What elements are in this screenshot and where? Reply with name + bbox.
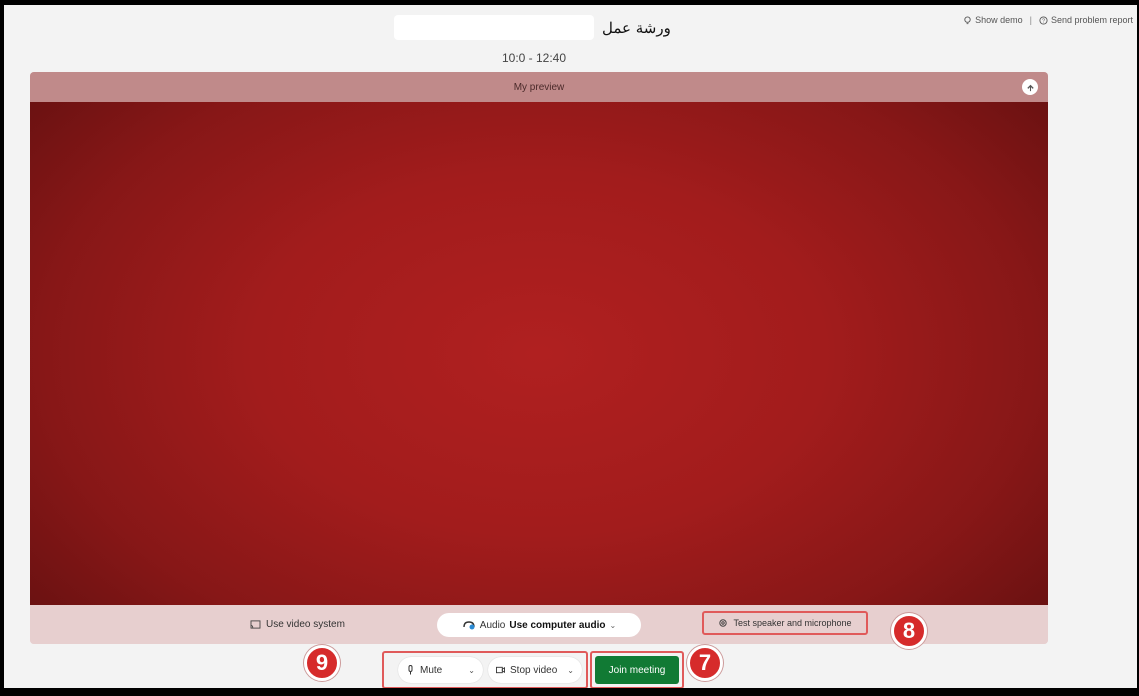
mute-label: Mute	[420, 664, 443, 676]
meeting-time: 10:0 - 12:40	[501, 51, 567, 65]
show-demo-link[interactable]: Show demo	[963, 15, 1023, 25]
use-video-system-button[interactable]: Use video system	[250, 619, 345, 630]
help-circle-icon: ?	[1039, 15, 1048, 24]
test-speaker-microphone-button[interactable]: Test speaker and microphone	[702, 611, 868, 635]
send-problem-report-link[interactable]: ? Send problem report	[1039, 15, 1133, 25]
send-problem-label: Send problem report	[1050, 15, 1133, 25]
step-badge-7: 7	[687, 645, 723, 681]
audio-prefix: Audio	[479, 619, 506, 631]
preview-label: My preview	[513, 81, 565, 93]
stop-video-button[interactable]: Stop video ⌄	[488, 657, 582, 683]
test-speaker-label: Test speaker and microphone	[733, 618, 852, 628]
mute-button[interactable]: Mute ⌄	[398, 657, 483, 683]
meeting-title-redacted	[394, 15, 594, 40]
separator: |	[1029, 15, 1032, 25]
self-video-feed	[30, 102, 1048, 605]
use-video-system-label: Use video system	[266, 619, 345, 630]
chevron-down-icon: ⌄	[609, 620, 617, 630]
meeting-title-row: ورشة عمل	[394, 15, 671, 40]
camera-icon	[496, 666, 505, 674]
join-meeting-button[interactable]: Join meeting	[595, 656, 679, 684]
chevron-down-icon[interactable]: ⌄	[468, 666, 475, 675]
step-badge-9: 9	[304, 645, 340, 681]
step-badge-8: 8	[891, 613, 927, 649]
audio-value: Use computer audio	[509, 619, 606, 631]
gear-icon	[719, 619, 728, 627]
preview-header: My preview	[30, 72, 1048, 102]
svg-text:?: ?	[1042, 18, 1045, 24]
video-preview-panel: My preview Use video system Audio Use co…	[30, 72, 1048, 644]
collapse-preview-button[interactable]	[1022, 79, 1038, 95]
microphone-icon	[408, 665, 413, 675]
cast-icon	[250, 620, 261, 629]
chevron-down-icon[interactable]: ⌄	[567, 666, 574, 675]
collapse-icon	[1026, 84, 1034, 91]
meeting-join-window: Show demo | ? Send problem report ورشة ع…	[4, 5, 1137, 688]
meeting-title: ورشة عمل	[602, 18, 671, 37]
stop-video-label: Stop video	[510, 664, 558, 676]
show-demo-label: Show demo	[975, 15, 1023, 25]
top-links: Show demo | ? Send problem report	[963, 15, 1133, 25]
audio-selector[interactable]: Audio Use computer audio ⌄	[437, 613, 641, 637]
lightbulb-icon	[964, 15, 971, 24]
computer-audio-icon	[463, 621, 475, 630]
